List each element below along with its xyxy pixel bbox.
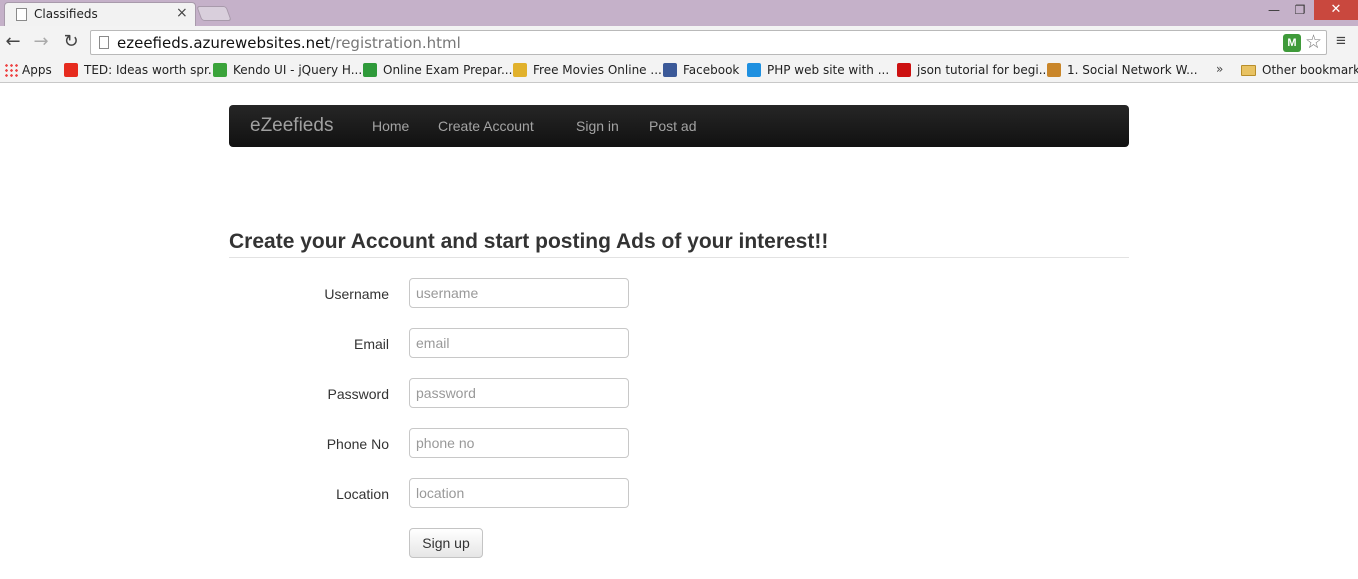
social-network-favicon-icon — [1047, 63, 1061, 77]
apps-grid-icon — [4, 63, 18, 77]
location-label: Location — [336, 486, 389, 502]
nav-post-ad[interactable]: Post ad — [649, 118, 696, 134]
minimize-button[interactable]: — — [1262, 0, 1286, 20]
heading-divider — [229, 257, 1129, 258]
back-arrow-icon[interactable]: ← — [2, 31, 24, 53]
bookmark-facebook[interactable]: Facebook — [663, 63, 739, 79]
bookmark-free-movies[interactable]: Free Movies Online ... — [513, 63, 662, 79]
bookmark-star-icon[interactable]: ☆ — [1305, 31, 1322, 54]
forward-arrow-icon[interactable]: → — [30, 31, 52, 53]
brand-link[interactable]: eZeefieds — [250, 115, 333, 137]
phone-label: Phone No — [326, 436, 389, 452]
maximize-button[interactable]: ❐ — [1288, 0, 1312, 20]
page-title: Create your Account and start posting Ad… — [229, 230, 829, 253]
bookmark-ted[interactable]: TED: Ideas worth spr... — [64, 63, 219, 79]
nav-home[interactable]: Home — [372, 118, 409, 134]
document-icon — [16, 8, 27, 21]
new-tab-button[interactable] — [196, 6, 232, 21]
nav-create-account[interactable]: Create Account — [438, 118, 534, 134]
username-input[interactable] — [409, 278, 629, 308]
folder-icon — [1241, 65, 1256, 76]
json-tutorial-favicon-icon — [897, 63, 911, 77]
browser-toolbar: ← → ↻ ezeefieds.azurewebsites.net/regist… — [0, 26, 1358, 59]
kendo-ui-favicon-icon — [213, 63, 227, 77]
browser-tab[interactable]: Classifieds × — [4, 2, 196, 26]
email-label: Email — [353, 336, 389, 352]
url-text[interactable]: ezeefieds.azurewebsites.net/registration… — [117, 34, 461, 52]
password-input[interactable] — [409, 378, 629, 408]
username-label: Username — [324, 286, 389, 302]
bookmark-json-tutorial[interactable]: json tutorial for begi... — [897, 63, 1050, 79]
password-label: Password — [327, 386, 389, 402]
ted-favicon-icon — [64, 63, 78, 77]
close-tab-icon[interactable]: × — [176, 5, 188, 21]
tab-title: Classifieds — [34, 7, 98, 21]
email-input[interactable] — [409, 328, 629, 358]
online-exam-favicon-icon — [363, 63, 377, 77]
phone-input[interactable] — [409, 428, 629, 458]
bookmark-social-network[interactable]: 1. Social Network W... — [1047, 63, 1198, 79]
facebook-favicon-icon — [663, 63, 677, 77]
location-input[interactable] — [409, 478, 629, 508]
bookmarks-bar: Apps TED: Ideas worth spr... Kendo UI - j… — [0, 59, 1358, 83]
more-bookmarks-chevron[interactable]: » — [1216, 62, 1223, 76]
bookmark-php-web-site[interactable]: PHP web site with ... — [747, 63, 889, 79]
site-navbar: eZeefieds Home Create Account Sign in Po… — [229, 105, 1129, 147]
nav-sign-in[interactable]: Sign in — [576, 118, 619, 134]
browser-menu-icon[interactable]: ≡ — [1336, 31, 1346, 51]
bookmark-apps[interactable]: Apps — [4, 63, 52, 79]
php-web-site-favicon-icon — [747, 63, 761, 77]
bookmark-online-exam[interactable]: Online Exam Prepar... — [363, 63, 512, 79]
bookmark-kendo-ui[interactable]: Kendo UI - jQuery H... — [213, 63, 362, 79]
browser-title-bar: Classifieds × — ❐ ✕ — [0, 0, 1358, 26]
reload-icon[interactable]: ↻ — [60, 31, 82, 53]
bookmark-other[interactable]: Other bookmarks — [1241, 63, 1358, 79]
page-info-icon[interactable] — [99, 36, 109, 49]
close-window-button[interactable]: ✕ — [1314, 0, 1358, 20]
free-movies-favicon-icon — [513, 63, 527, 77]
address-bar[interactable]: ezeefieds.azurewebsites.net/registration… — [90, 30, 1327, 55]
extension-shield-icon[interactable]: M — [1283, 34, 1301, 52]
sign-up-button[interactable]: Sign up — [409, 528, 483, 558]
